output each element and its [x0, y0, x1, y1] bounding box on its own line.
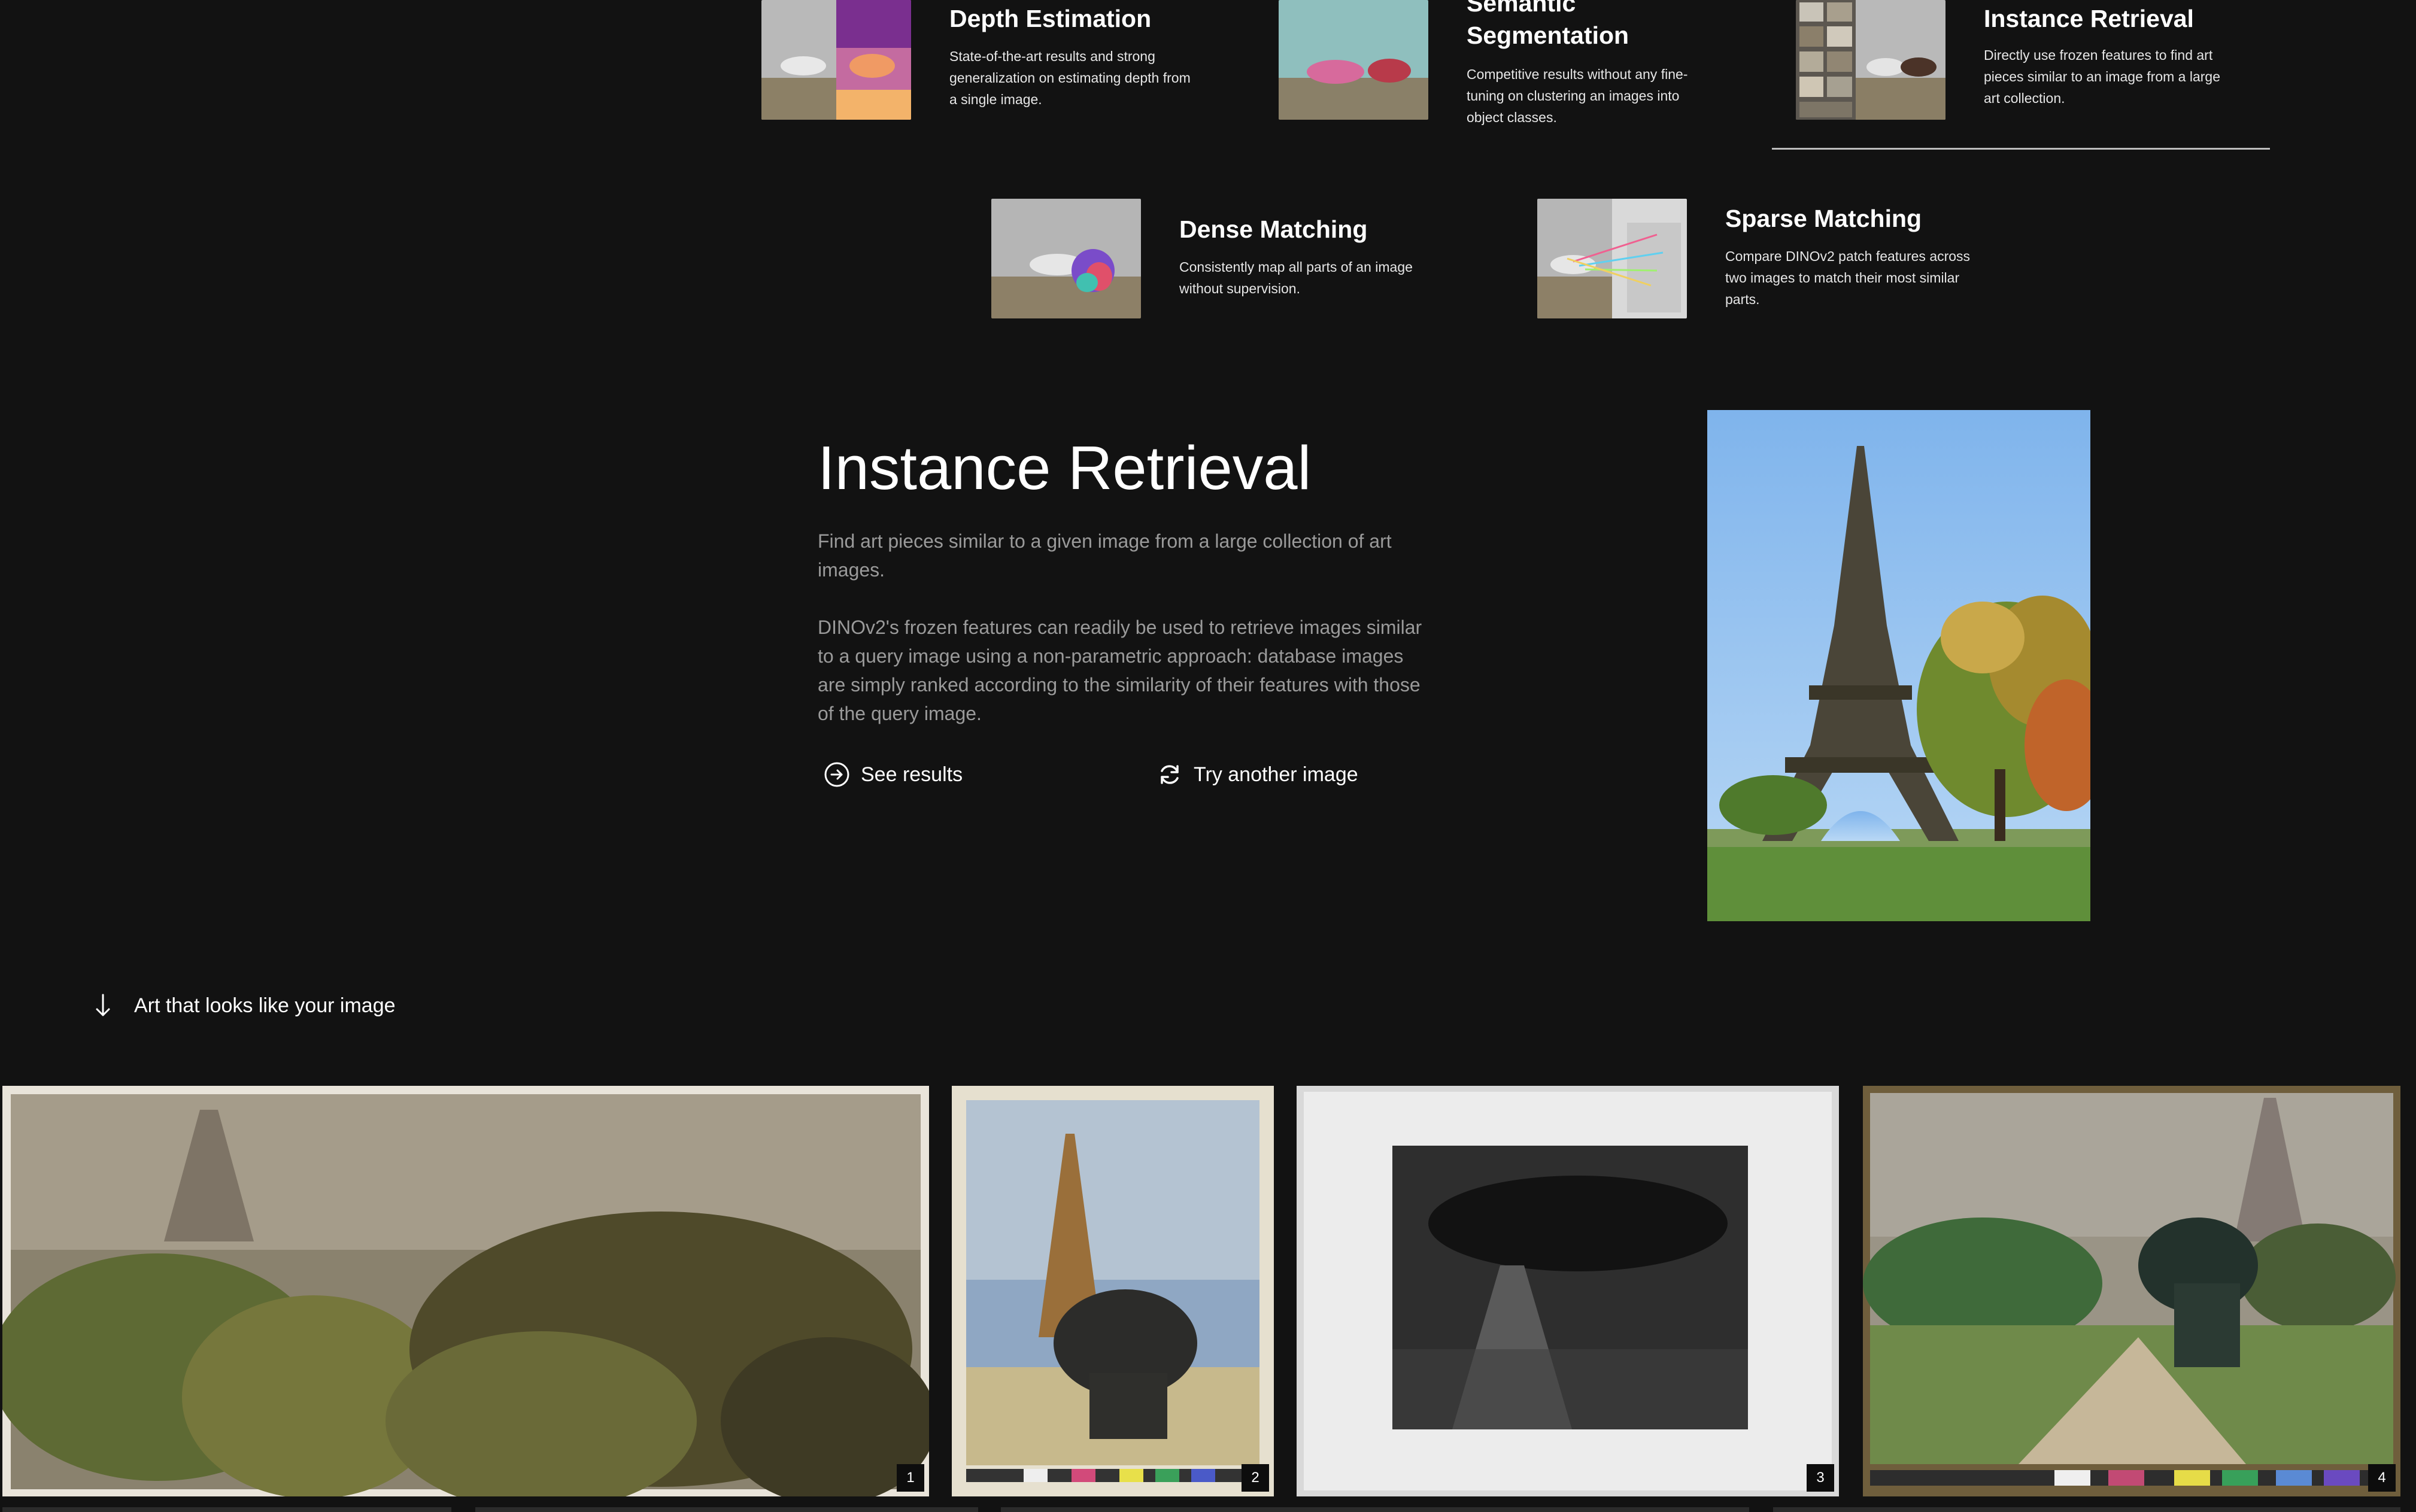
result-image-3[interactable]: 3	[1297, 1086, 1839, 1496]
try-another-image-label: Try another image	[1194, 763, 1358, 786]
result-image-1[interactable]: 1	[2, 1086, 929, 1496]
next-row-result-edge	[1001, 1507, 1749, 1512]
next-row-result-edge	[1773, 1507, 2400, 1512]
feature-title: Semantic Segmentation	[1467, 0, 1629, 49]
result-rank-badge: 1	[897, 1464, 924, 1492]
feature-description: Consistently map all parts of an image w…	[1179, 259, 1413, 296]
depth-estimation-thumbnail	[761, 0, 911, 120]
arrow-down-icon	[96, 994, 110, 1016]
section-intro: Find art pieces similar to a given image…	[818, 530, 1392, 581]
query-image	[1707, 410, 2090, 921]
arrow-circle-right-icon	[824, 762, 849, 787]
page: Depth Estimation State-of-the-art result…	[0, 0, 2416, 1512]
sparse-matching-thumbnail	[1537, 199, 1687, 318]
result-image-4[interactable]: 4	[1863, 1086, 2400, 1496]
result-rank-badge: 4	[2368, 1464, 2396, 1492]
feature-description: Directly use frozen features to find art…	[1984, 47, 2220, 106]
try-another-image-button[interactable]: Try another image	[1157, 761, 1358, 788]
instance-retrieval-thumbnail	[1796, 0, 1945, 120]
next-row-result-edge	[475, 1507, 978, 1512]
refresh-icon	[1161, 765, 1179, 784]
dense-matching-thumbnail	[991, 199, 1141, 318]
semantic-segmentation-thumbnail	[1279, 0, 1428, 120]
results-heading: Art that looks like your image	[93, 992, 396, 1019]
see-results-label: See results	[861, 763, 963, 786]
feature-title: Dense Matching	[1179, 215, 1368, 243]
section-body: DINOv2's frozen features can readily be …	[818, 617, 1422, 724]
active-feature-underline	[1772, 148, 2270, 150]
next-row-result-edge	[2, 1507, 451, 1512]
see-results-button[interactable]: See results	[824, 761, 963, 788]
feature-description: Compare DINOv2 patch features across two…	[1725, 248, 1971, 307]
result-image-2[interactable]: 2	[952, 1086, 1274, 1496]
feature-description: Competitive results without any fine-tun…	[1467, 66, 1688, 125]
feature-title: Depth Estimation	[949, 5, 1152, 32]
feature-title: Sparse Matching	[1725, 205, 1922, 232]
results-heading-label: Art that looks like your image	[134, 994, 396, 1017]
result-rank-badge: 2	[1242, 1464, 1269, 1492]
feature-title: Instance Retrieval	[1984, 5, 2194, 32]
section-title: Instance Retrieval	[818, 433, 1312, 502]
feature-description: State-of-the-art results and strong gene…	[949, 48, 1191, 107]
result-rank-badge: 3	[1807, 1464, 1834, 1492]
